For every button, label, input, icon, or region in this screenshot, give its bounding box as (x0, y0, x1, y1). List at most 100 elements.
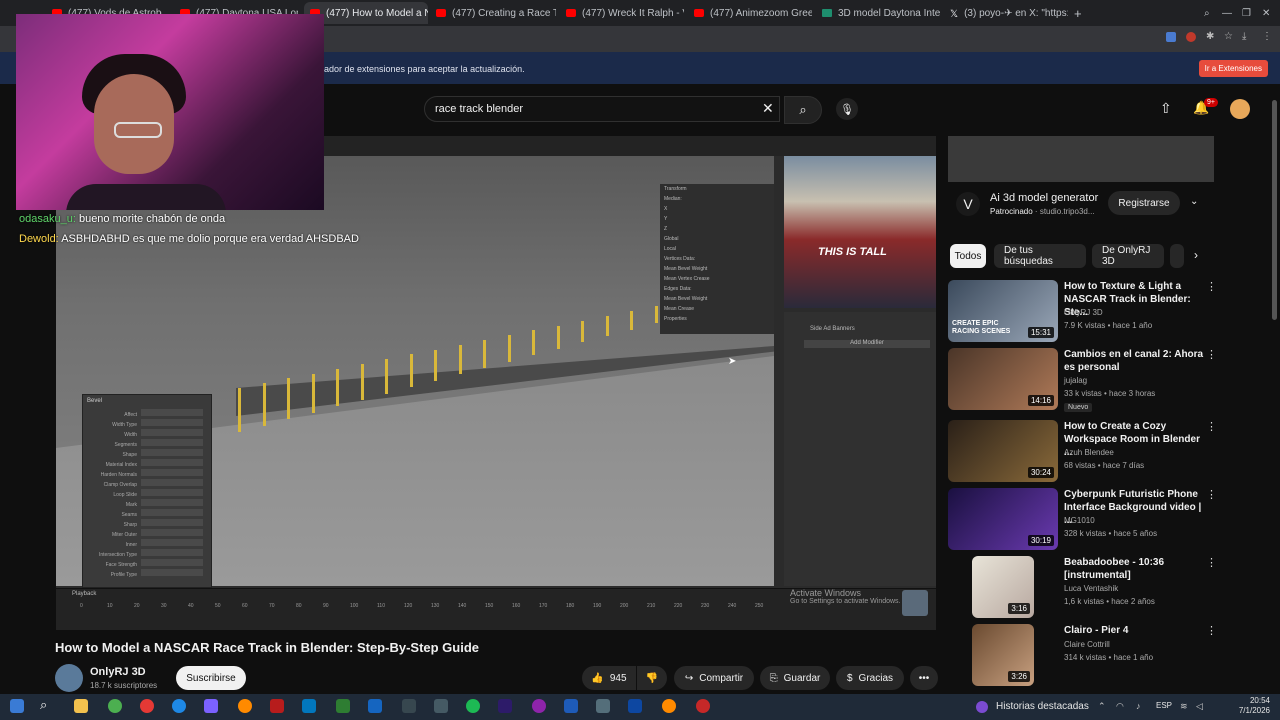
video-thumbnail[interactable]: CREATE EPIC RACING SCENES 15:31 (948, 280, 1058, 342)
rec-channel[interactable]: MG1010 (1064, 516, 1095, 525)
dislike-button[interactable]: 👎 (637, 666, 667, 690)
rec-title[interactable]: Clairo - Pier 4 (1064, 624, 1204, 637)
app-icon[interactable] (402, 699, 416, 713)
rec-channel[interactable]: jujalag (1064, 376, 1087, 385)
davinci-icon[interactable] (434, 699, 448, 713)
system-clock[interactable]: 20:54 7/1/2026 (1239, 696, 1270, 716)
more-vert-icon[interactable]: ⋮ (1206, 488, 1217, 501)
more-vert-icon[interactable]: ⋮ (1206, 420, 1217, 433)
video-player[interactable]: Transform Median: X Y Z Global Local Vertices D… (56, 136, 936, 630)
save-button[interactable]: ⎘ Guardar (760, 666, 830, 690)
ad-title[interactable]: Ai 3d model generator (990, 192, 1098, 204)
chip-from-searches[interactable]: De tus búsquedas (994, 244, 1086, 268)
vscode-icon[interactable] (368, 699, 382, 713)
more-vert-icon[interactable]: ⋮ (1206, 624, 1217, 637)
network-icon[interactable]: ◠ (1116, 701, 1124, 712)
browser-tab[interactable]: (477) Animezoom Green S (694, 2, 812, 24)
minimize-icon[interactable]: — (1222, 2, 1234, 24)
rec-channel[interactable]: OnlyRJ 3D (1064, 308, 1103, 317)
app-icon[interactable] (204, 699, 218, 713)
more-vert-icon[interactable]: ⋮ (1206, 556, 1217, 569)
rec-channel[interactable]: Luca Ventashik (1064, 584, 1118, 593)
rec-channel[interactable]: Azuh Blendee (1064, 448, 1114, 457)
search-input[interactable]: race track blender (424, 96, 780, 122)
menu-icon[interactable]: ⋮ (1262, 31, 1272, 42)
extension-icon[interactable] (1186, 32, 1196, 42)
chevron-right-icon[interactable]: › (1194, 248, 1198, 262)
file-explorer-icon[interactable] (74, 699, 88, 713)
search-tabs-icon[interactable]: ⌕ (1204, 2, 1216, 24)
thanks-button[interactable]: $ Gracias (836, 666, 904, 690)
go-to-extensions-button[interactable]: Ir a Extensiones (1198, 60, 1268, 77)
rec-title[interactable]: Cambios en el canal 2: Ahora es personal (1064, 348, 1204, 374)
ad-banner[interactable] (948, 136, 1214, 182)
download-icon[interactable]: ⤓ (1242, 31, 1246, 42)
wifi-icon[interactable]: ≋ (1180, 701, 1188, 712)
chip-from-channel[interactable]: De OnlyRJ 3D (1092, 244, 1164, 268)
blender-icon[interactable] (662, 699, 676, 713)
browser-tab[interactable]: 3D model Daytona Interna (822, 2, 940, 24)
app-icon[interactable] (596, 699, 610, 713)
list-item[interactable]: 14:16 Cambios en el canal 2: Ahora es pe… (948, 348, 1218, 414)
rec-title[interactable]: Beabadoobee - 10:36 [instrumental] (1064, 556, 1204, 582)
extension-icon[interactable] (1166, 32, 1176, 42)
opera-icon[interactable] (140, 699, 154, 713)
bookmark-icon[interactable]: ☆ (1224, 31, 1233, 42)
chip-all[interactable]: Todos (950, 244, 986, 268)
puzzle-icon[interactable]: ✱ (1206, 31, 1214, 42)
rec-channel[interactable]: Claire Cottrill (1064, 640, 1110, 649)
subscribe-button[interactable]: Suscribirse (176, 666, 246, 690)
search-button[interactable]: ⌕ (784, 96, 822, 124)
after-effects-icon[interactable] (498, 699, 512, 713)
register-button[interactable]: Registrarse (1108, 191, 1180, 215)
more-vert-icon[interactable]: ⋮ (1206, 348, 1217, 361)
close-window-icon[interactable]: ✕ (1262, 2, 1274, 24)
volume-icon[interactable]: ♪ (1136, 701, 1141, 711)
more-actions-button[interactable]: ••• (910, 666, 938, 690)
list-item[interactable]: 30:24 How to Create a Cozy Workspace Roo… (948, 420, 1218, 486)
pycharm-icon[interactable] (336, 699, 350, 713)
edge-icon[interactable] (172, 699, 186, 713)
app-icon[interactable] (270, 699, 284, 713)
share-button[interactable]: ↪ Compartir (674, 666, 754, 690)
channel-avatar[interactable] (55, 664, 83, 692)
speaker-icon[interactable]: ◁ (1196, 701, 1203, 712)
new-tab-button[interactable]: + (1074, 2, 1088, 24)
tray-chevron-icon[interactable]: ⌃ (1098, 701, 1106, 712)
video-thumbnail[interactable]: 30:19 (948, 488, 1058, 550)
clear-search-icon[interactable]: ✕ (762, 100, 774, 117)
news-widget[interactable]: Historias destacadas (996, 701, 1089, 712)
video-thumbnail[interactable]: 3:26 (972, 624, 1034, 686)
chip-partial[interactable] (1170, 244, 1184, 268)
video-thumbnail[interactable]: 3:16 (972, 556, 1034, 618)
more-vert-icon[interactable]: ⋮ (1206, 280, 1217, 293)
word-icon[interactable] (564, 699, 578, 713)
search-icon[interactable]: ⌕ (40, 697, 47, 713)
page-scrollbar[interactable] (1272, 100, 1277, 320)
video-thumbnail[interactable]: 30:24 (948, 420, 1058, 482)
chrome-icon[interactable] (108, 699, 122, 713)
channel-name[interactable]: OnlyRJ 3D (90, 666, 146, 678)
mic-icon[interactable]: 🎙 (836, 98, 858, 120)
steam-icon[interactable] (628, 699, 642, 713)
spotify-icon[interactable] (466, 699, 480, 713)
app-icon[interactable] (302, 699, 316, 713)
video-thumbnail[interactable]: 14:16 (948, 348, 1058, 410)
list-item[interactable]: 3:26 Clairo - Pier 4 Claire Cottrill 314… (948, 624, 1218, 690)
news-icon[interactable] (976, 701, 988, 713)
browser-tab[interactable]: (477) Wreck It Ralph - Van (566, 2, 684, 24)
avatar[interactable] (1230, 99, 1250, 119)
browser-tab[interactable]: (477) Creating a Race Tra (436, 2, 556, 24)
blender-icon[interactable] (238, 699, 252, 713)
list-item[interactable]: CREATE EPIC RACING SCENES 15:31 How to T… (948, 280, 1218, 346)
restore-icon[interactable]: ❐ (1242, 2, 1254, 24)
like-button[interactable]: 👍 945 (582, 666, 636, 690)
chevron-down-icon[interactable]: ⌄ (1190, 196, 1198, 207)
list-item[interactable]: 3:16 Beabadoobee - 10:36 [instrumental] … (948, 556, 1218, 622)
language-indicator[interactable]: ESP (1156, 701, 1172, 710)
list-item[interactable]: 30:19 Cyberpunk Futuristic Phone Interfa… (948, 488, 1218, 554)
browser-tab[interactable]: 𝕏 (3) poyo-✈ en X: "https://t (950, 2, 1068, 24)
discord-icon[interactable] (532, 699, 546, 713)
obs-icon[interactable] (696, 699, 710, 713)
upload-icon[interactable]: ⇧ (1160, 100, 1172, 117)
